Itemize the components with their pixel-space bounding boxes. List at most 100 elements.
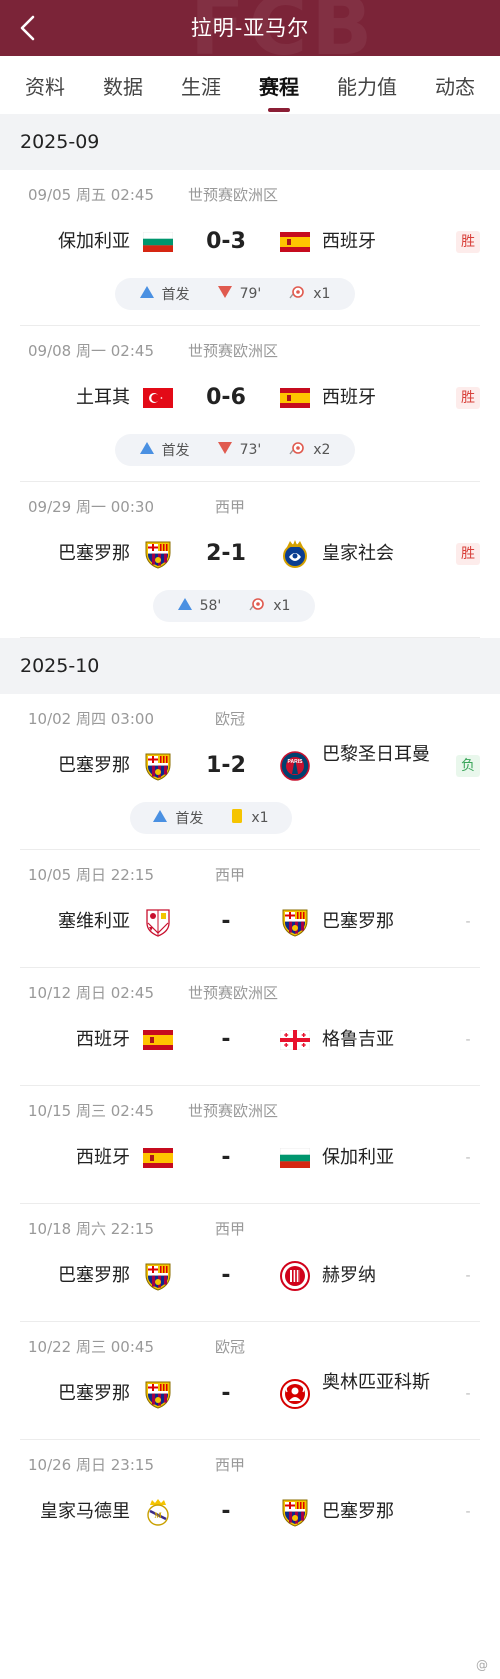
- real-madrid-crest: M: [142, 1497, 174, 1527]
- away-team-name: 皇家社会: [322, 543, 394, 564]
- match-row: 西班牙 - 格鲁吉亚 -: [20, 1020, 480, 1060]
- match-card[interactable]: 10/26 周日 23:15 西甲 皇家马德里 M - 巴塞罗那 -: [20, 1440, 480, 1558]
- spain-flag: [142, 1143, 174, 1173]
- match-card[interactable]: 10/15 周三 02:45 世预赛欧洲区 西班牙 - 保加利亚 -: [20, 1086, 480, 1204]
- competition-label: 世预赛欧洲区: [188, 984, 279, 1002]
- away-team-name: 奥林匹亚科斯: [322, 1372, 430, 1393]
- stat-value: x1: [251, 810, 269, 826]
- competition-label: 西甲: [215, 498, 246, 516]
- source-watermark: @: [472, 1657, 492, 1673]
- tab-bar: 资料 数据 生涯 赛程 能力值 动态: [0, 56, 500, 114]
- match-card[interactable]: 09/08 周一 02:45 世预赛欧洲区 土耳其 0-6 西班牙 胜 首发 73…: [20, 326, 480, 482]
- match-result-badge: -: [465, 1032, 471, 1048]
- home-team-name: 土耳其: [76, 387, 130, 408]
- tab-profile[interactable]: 资料: [21, 63, 69, 108]
- match-row: 巴塞罗那 - 赫罗纳 -: [20, 1256, 480, 1296]
- spain-flag: [279, 383, 311, 413]
- spain-flag: [142, 1025, 174, 1055]
- olympiacos-crest: [279, 1379, 311, 1409]
- stat-value: 73': [239, 442, 262, 458]
- competition-label: 世预赛欧洲区: [188, 1102, 279, 1120]
- match-datetime: 09/05 周五 02:45: [28, 186, 154, 204]
- match-result-badge: 胜: [456, 387, 480, 409]
- stat-sub_off: 79': [217, 286, 261, 302]
- home-team-name: 巴塞罗那: [58, 1383, 130, 1404]
- home-team-name: 巴塞罗那: [58, 543, 130, 564]
- away-team-name: 保加利亚: [322, 1147, 394, 1168]
- month-header: 2025-09: [0, 114, 500, 170]
- tab-schedule[interactable]: 赛程: [255, 63, 303, 108]
- competition-label: 世预赛欧洲区: [188, 186, 279, 204]
- away-team-name: 格鲁吉亚: [322, 1029, 394, 1050]
- stat-value: x2: [313, 442, 331, 458]
- match-row: 巴塞罗那 2-1 皇家社会 胜: [20, 534, 480, 574]
- match-card[interactable]: 10/22 周三 00:45 欧冠 巴塞罗那 - 奥林匹亚科斯 -: [20, 1322, 480, 1440]
- player-stats-pill: 首发 x1: [130, 802, 292, 834]
- home-team-name: 保加利亚: [58, 231, 130, 252]
- competition-label: 欧冠: [215, 1338, 246, 1356]
- match-card[interactable]: 10/12 周日 02:45 世预赛欧洲区 西班牙 - 格鲁吉亚 -: [20, 968, 480, 1086]
- tab-career[interactable]: 生涯: [177, 63, 225, 108]
- stat-goals: x2: [289, 441, 330, 459]
- top-bar: FCB 拉明-亚马尔: [0, 0, 500, 56]
- match-datetime: 10/15 周三 02:45: [28, 1102, 154, 1120]
- bulgaria-flag: [279, 1143, 311, 1173]
- match-score: -: [221, 1263, 231, 1288]
- tab-news[interactable]: 动态: [431, 63, 479, 108]
- substituted-on-icon: [177, 598, 200, 614]
- competition-label: 欧冠: [215, 710, 246, 728]
- match-result-badge: 胜: [456, 231, 480, 253]
- girona-crest: [279, 1261, 311, 1291]
- match-card[interactable]: 09/05 周五 02:45 世预赛欧洲区 保加利亚 0-3 西班牙 胜 首发 7…: [20, 170, 480, 326]
- match-result-badge: 胜: [456, 543, 480, 565]
- match-row: 巴塞罗那 - 奥林匹亚科斯 -: [20, 1372, 480, 1414]
- match-row: 土耳其 0-6 西班牙 胜: [20, 378, 480, 418]
- stat-start: 首发: [139, 284, 190, 304]
- goal-icon: [249, 597, 273, 615]
- match-row: 巴塞罗那 1-2 PARIS 巴黎圣日耳曼 负: [20, 744, 480, 786]
- match-result-badge: -: [465, 914, 471, 930]
- match-card[interactable]: 10/02 周四 03:00 欧冠 巴塞罗那 1-2 PARIS 巴黎圣日耳曼 …: [20, 694, 480, 850]
- tab-ratings[interactable]: 能力值: [333, 63, 401, 108]
- match-datetime: 09/29 周一 00:30: [28, 498, 154, 516]
- match-score: 0-3: [206, 229, 246, 254]
- player-stats-pill: 58' x1: [153, 590, 315, 622]
- home-team-name: 西班牙: [76, 1147, 130, 1168]
- svg-text:PARIS: PARIS: [288, 759, 304, 765]
- home-team-name: 巴塞罗那: [58, 1265, 130, 1286]
- stat-value: x1: [273, 598, 291, 614]
- match-card[interactable]: 10/05 周日 22:15 西甲 塞维利亚 - 巴塞罗那 -: [20, 850, 480, 968]
- away-team-name: 巴塞罗那: [322, 911, 394, 932]
- match-score: -: [221, 1145, 231, 1170]
- match-result-badge: -: [465, 1386, 471, 1402]
- spain-flag: [279, 227, 311, 257]
- sevilla-crest: [142, 907, 174, 937]
- svg-text:M: M: [154, 1511, 162, 1520]
- match-score: 1-2: [206, 753, 246, 778]
- stat-sub_on: 58': [177, 598, 221, 614]
- competition-label: 西甲: [215, 1456, 246, 1474]
- starter-icon: [153, 810, 175, 826]
- tab-stats[interactable]: 数据: [99, 63, 147, 108]
- real-sociedad-crest: [279, 539, 311, 569]
- home-team-name: 西班牙: [76, 1029, 130, 1050]
- match-score: 0-6: [206, 385, 246, 410]
- away-team-name: 西班牙: [322, 231, 376, 252]
- match-datetime: 09/08 周一 02:45: [28, 342, 154, 360]
- barcelona-crest: [142, 1379, 174, 1409]
- competition-label: 世预赛欧洲区: [188, 342, 279, 360]
- match-card[interactable]: 09/29 周一 00:30 西甲 巴塞罗那 2-1 皇家社会 胜 58' x1: [20, 482, 480, 638]
- match-datetime: 10/18 周六 22:15: [28, 1220, 154, 1238]
- match-row: 塞维利亚 - 巴塞罗那 -: [20, 902, 480, 942]
- yellow-card-icon: [231, 808, 251, 828]
- match-card[interactable]: 10/18 周六 22:15 西甲 巴塞罗那 - 赫罗纳 -: [20, 1204, 480, 1322]
- barcelona-crest: [279, 1497, 311, 1527]
- stat-sub_off: 73': [217, 442, 262, 458]
- stat-value: x1: [313, 286, 331, 302]
- away-team-name: 赫罗纳: [322, 1265, 376, 1286]
- match-row: 保加利亚 0-3 西班牙 胜: [20, 222, 480, 262]
- bulgaria-flag: [142, 227, 174, 257]
- stat-goals: x1: [289, 285, 330, 303]
- match-datetime: 10/05 周日 22:15: [28, 866, 154, 884]
- barcelona-crest: [142, 751, 174, 781]
